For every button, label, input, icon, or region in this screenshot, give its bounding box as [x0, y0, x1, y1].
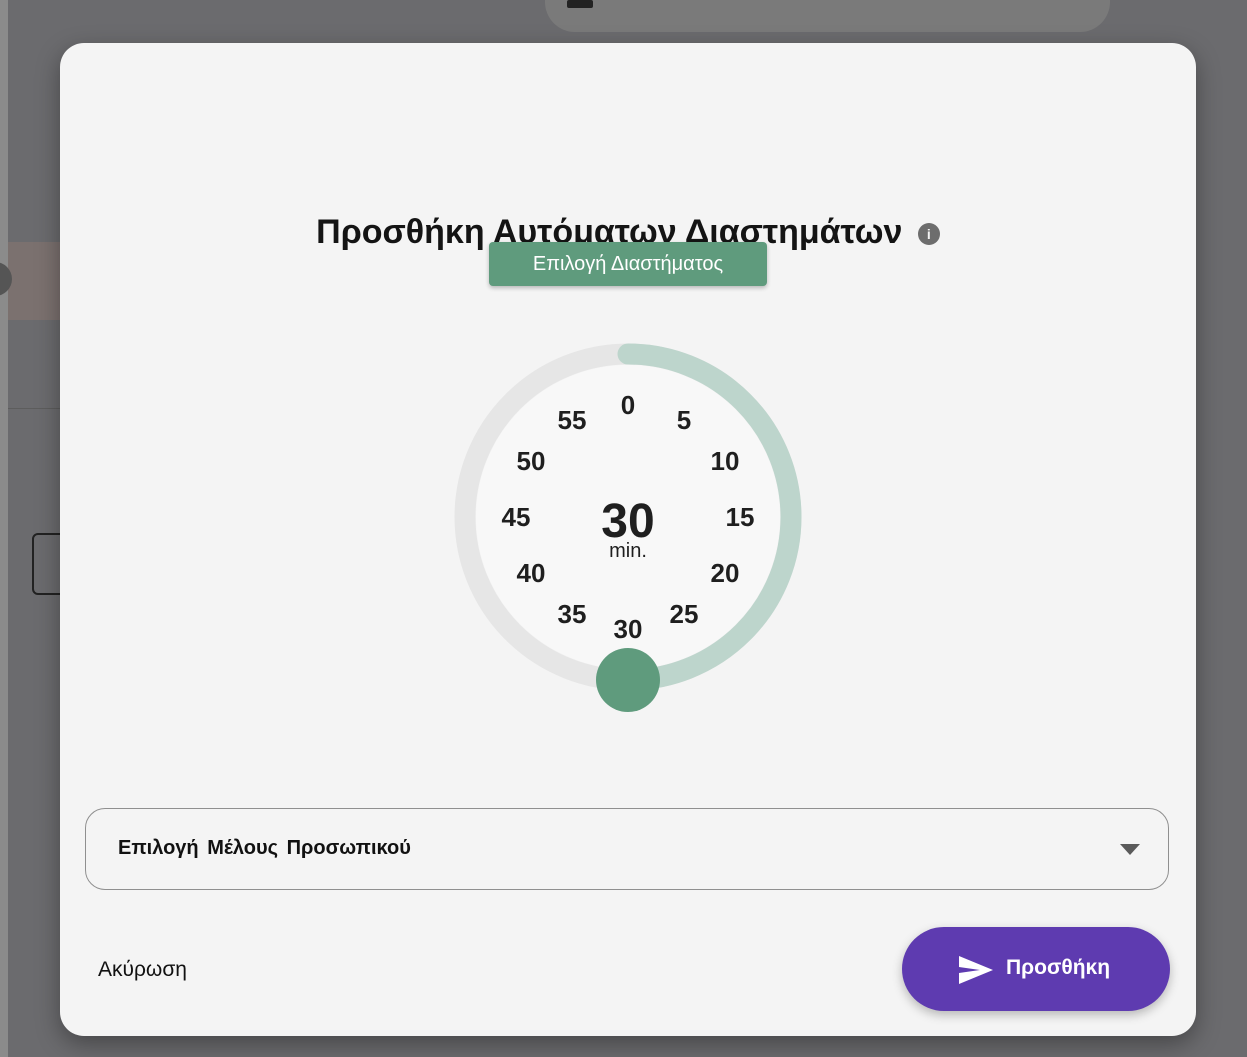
dial-number[interactable]: 15	[726, 502, 755, 532]
dial-number[interactable]: 0	[621, 390, 635, 420]
add-button[interactable]: Προσθήκη	[902, 927, 1170, 1011]
dial-number[interactable]: 55	[558, 405, 587, 435]
staff-member-select[interactable]: Επιλογή Μέλους Προσωπικού	[85, 808, 1169, 890]
chevron-down-icon[interactable]	[1120, 844, 1140, 855]
background-edge	[0, 0, 8, 1057]
add-intervals-dialog: Προσθήκη Αυτόματων Διαστημάτων i Επιλογή…	[60, 43, 1196, 1036]
background-search-pill	[545, 0, 1110, 32]
select-interval-button[interactable]: Επιλογή Διαστήματος	[489, 242, 767, 286]
dial-svg: 0 510152025303540455055 30 min.	[454, 343, 802, 712]
dial-handle[interactable]	[596, 648, 660, 712]
dial-number[interactable]: 50	[517, 446, 546, 476]
dial-number[interactable]: 45	[502, 502, 531, 532]
background-row	[8, 242, 68, 320]
send-icon	[959, 956, 993, 984]
dial-number[interactable]: 20	[711, 558, 740, 588]
cancel-button[interactable]: Ακύρωση	[98, 958, 187, 982]
info-icon[interactable]: i	[917, 223, 940, 245]
dial-unit: min.	[609, 540, 647, 562]
dial-number[interactable]: 30	[614, 614, 643, 644]
dial-number[interactable]: 5	[677, 405, 691, 435]
dial-number[interactable]: 10	[711, 446, 740, 476]
background-divider	[8, 408, 68, 409]
dial-number[interactable]: 40	[517, 558, 546, 588]
dial-number[interactable]: 35	[558, 599, 587, 629]
add-button-label: Προσθήκη	[1006, 956, 1111, 979]
staff-select-label: Επιλογή Μέλους Προσωπικού	[118, 837, 411, 859]
interval-dial[interactable]: 0 5 10 15 20 25 30 35 40 45 50 55 30 min.	[454, 343, 804, 713]
dial-number[interactable]: 25	[670, 599, 699, 629]
